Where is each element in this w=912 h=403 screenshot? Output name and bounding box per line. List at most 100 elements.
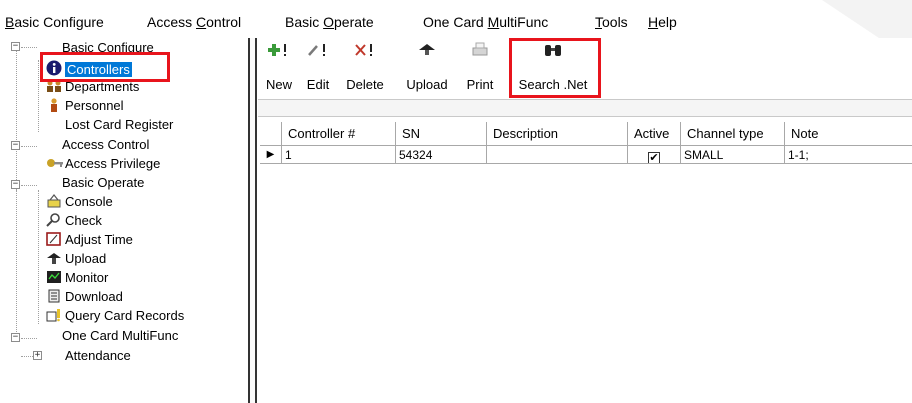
cell-note[interactable]: 1-1;: [785, 146, 912, 164]
menu-tools[interactable]: Tools: [595, 14, 628, 30]
tree-node-lost-card-register[interactable]: Lost Card Register: [65, 117, 173, 134]
edit-button-label: Edit: [306, 77, 330, 92]
menu-accel: M: [487, 14, 500, 30]
menu-one-card-multifunc[interactable]: One Card MultiFunc: [423, 14, 548, 30]
tree-node-one-card-multifunc[interactable]: One Card MultiFunc: [62, 328, 178, 345]
tree-node-attendance[interactable]: Attendance: [65, 348, 131, 365]
toolbar: New Edit Delete Upload Print Search .Net: [258, 38, 912, 98]
menu-accel: C: [196, 14, 207, 30]
tree-node-label: Basic Operate: [62, 175, 145, 190]
menu-accel: T: [595, 14, 602, 30]
tree-connector: [21, 185, 37, 186]
query-records-icon: [46, 308, 62, 322]
menu-accel: O: [323, 14, 335, 30]
tree-node-label: One Card MultiFunc: [62, 328, 179, 343]
tree-node-query-card-records[interactable]: Query Card Records: [46, 308, 184, 325]
tree-connector: [38, 190, 39, 324]
tree-node-label: Personnel: [65, 98, 124, 113]
column-header-controller[interactable]: Controller #: [282, 122, 396, 146]
cell-description[interactable]: [487, 146, 628, 164]
menu-basic-operate[interactable]: Basic Operate: [285, 14, 374, 30]
menu-label: One Card: [423, 14, 488, 30]
new-button[interactable]: New: [262, 42, 296, 94]
tree-node-monitor[interactable]: Monitor: [46, 270, 108, 287]
cell-active[interactable]: ✔: [628, 146, 681, 164]
panel-splitter[interactable]: [248, 38, 257, 403]
tree-expander-basic-operate[interactable]: −: [11, 180, 20, 189]
upload-button-label: Upload: [406, 77, 448, 92]
menu-accel: H: [648, 14, 659, 30]
column-header-note[interactable]: Note: [785, 122, 912, 146]
tree-expander-one-card-multifunc[interactable]: −: [11, 333, 20, 342]
tree-connector: [38, 60, 39, 132]
tree-node-label: Access Control: [62, 137, 150, 152]
grid-corner-header: [260, 122, 282, 146]
tree-node-label: Monitor: [65, 270, 109, 285]
pencil-icon: [302, 42, 334, 60]
tree-connector: [21, 146, 37, 147]
key-icon: [46, 156, 63, 170]
column-header-description[interactable]: Description: [487, 122, 628, 146]
new-button-label: New: [265, 77, 292, 92]
tree-connector: [21, 47, 37, 48]
menu-help[interactable]: Help: [648, 14, 677, 30]
tree-node-label: Console: [65, 194, 113, 209]
tree-node-label: Attendance: [65, 348, 131, 363]
tree-node-label: Access Privilege: [65, 156, 161, 171]
highlight-box-search-net: [509, 38, 601, 98]
menu-label: perate: [334, 14, 374, 30]
menu-access-control[interactable]: Access Control: [147, 14, 241, 30]
toolbar-divider: [258, 99, 912, 117]
tree-node-label: Adjust Time: [65, 232, 133, 247]
edit-button[interactable]: Edit: [302, 42, 334, 94]
menu-bar: Basic Configure Access Control Basic Ope…: [0, 0, 912, 36]
tree-node-adjust-time[interactable]: Adjust Time: [46, 232, 133, 249]
upload-arrow-icon: [401, 42, 453, 60]
plus-icon: [262, 42, 296, 60]
print-button-label: Print: [466, 77, 494, 92]
tree-connector: [21, 338, 37, 339]
tree-node-label: Lost Card Register: [65, 117, 174, 132]
tree-node-console[interactable]: Console: [46, 194, 113, 211]
adjust-time-icon: [46, 232, 62, 246]
menu-accel: B: [5, 14, 15, 30]
tree-node-personnel[interactable]: Personnel: [46, 98, 124, 115]
printer-icon: [462, 42, 498, 60]
navigation-tree: − − − − + Basic Configure Controllers De…: [0, 38, 250, 403]
upload-icon: [46, 251, 62, 265]
tree-node-label: Query Card Records: [65, 308, 185, 323]
magnifier-icon: [46, 213, 62, 227]
tree-expander-attendance[interactable]: +: [33, 351, 42, 360]
tree-node-upload[interactable]: Upload: [46, 251, 106, 268]
x-icon: [340, 42, 390, 60]
tree-node-access-privilege[interactable]: Access Privilege: [46, 156, 160, 173]
upload-button[interactable]: Upload: [401, 42, 453, 94]
cell-controller[interactable]: 1: [282, 146, 396, 164]
tree-node-download[interactable]: Download: [46, 289, 123, 306]
column-header-channel-type[interactable]: Channel type: [681, 122, 785, 146]
tree-expander-access-control[interactable]: −: [11, 141, 20, 150]
tree-node-access-control[interactable]: Access Control: [62, 137, 149, 154]
menu-label: Basic: [285, 14, 324, 30]
monitor-icon: [46, 270, 62, 284]
tree-connector: [16, 50, 17, 190]
delete-button-label: Delete: [346, 77, 384, 92]
menu-label: ontrol: [206, 14, 242, 30]
cell-channel-type[interactable]: SMALL: [681, 146, 785, 164]
menu-basic-configure[interactable]: Basic Configure: [5, 14, 104, 30]
column-header-active[interactable]: Active: [628, 122, 681, 146]
row-indicator[interactable]: ▶: [260, 146, 282, 164]
tree-node-check[interactable]: Check: [46, 213, 102, 230]
tree-node-label: Upload: [65, 251, 107, 266]
column-header-sn[interactable]: SN: [396, 122, 487, 146]
print-button[interactable]: Print: [462, 42, 498, 94]
cell-sn[interactable]: 54324: [396, 146, 487, 164]
active-checkbox[interactable]: ✔: [648, 152, 660, 163]
person-icon: [46, 98, 62, 112]
tree-expander-basic-configure[interactable]: −: [11, 42, 20, 51]
menu-label: Access: [147, 14, 197, 30]
tree-node-basic-operate[interactable]: Basic Operate: [62, 175, 144, 192]
tree-connector: [16, 190, 17, 340]
delete-button[interactable]: Delete: [340, 42, 390, 94]
tree-node-label: Check: [65, 213, 102, 228]
